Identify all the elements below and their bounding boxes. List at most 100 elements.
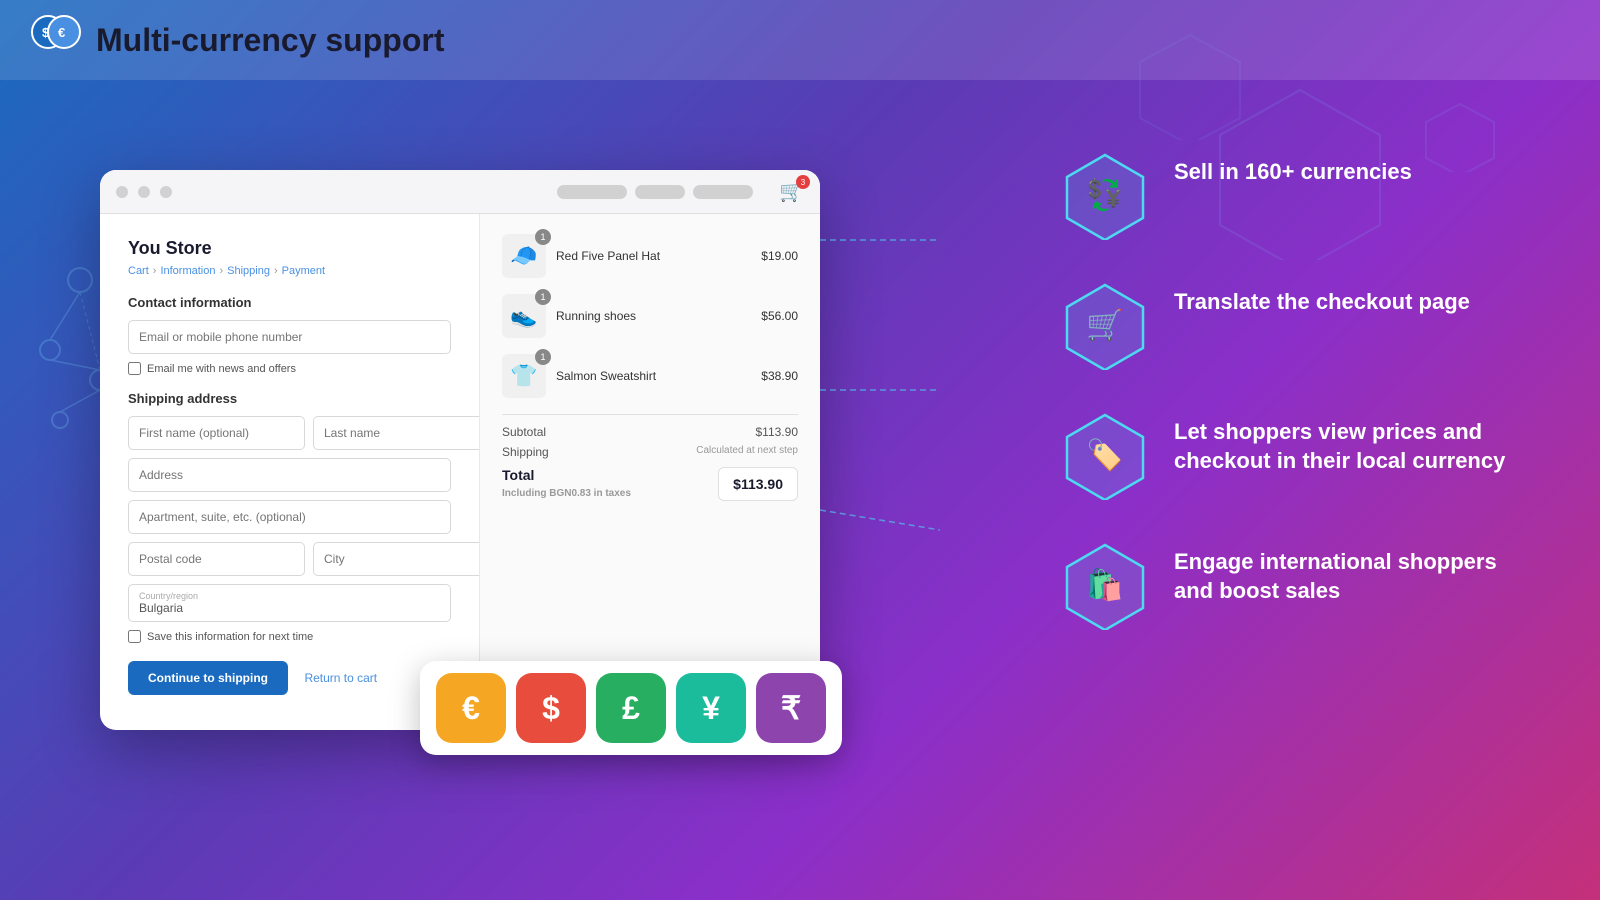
item-price-sweatshirt: $38.90: [761, 369, 798, 383]
item-img-hat: 🧢 1: [502, 234, 546, 278]
email-field[interactable]: [128, 320, 451, 354]
feature-item-translate: 🛒 Translate the checkout page: [1060, 280, 1540, 370]
form-actions: Continue to shipping Return to cart: [128, 661, 451, 695]
total-label: Total: [502, 467, 534, 483]
price-tag-icon: 🏷️: [1086, 438, 1123, 473]
order-divider: [502, 414, 798, 415]
window-nav-pills: [557, 185, 753, 199]
checkout-window: 🛒 3 You Store Cart › Information › Shipp…: [100, 170, 820, 730]
dollar-badge[interactable]: $: [516, 673, 586, 743]
window-topbar: 🛒 3: [100, 170, 820, 214]
nav-pill-1: [557, 185, 627, 199]
logo-icon: $ €: [30, 14, 82, 66]
feature-text-sell: Sell in 160+ currencies: [1174, 150, 1412, 187]
feature-text-engage: Engage international shoppers and boost …: [1174, 540, 1540, 605]
last-name-field[interactable]: [313, 416, 480, 450]
header-bar: $ € Multi-currency support: [0, 0, 1600, 80]
euro-badge[interactable]: €: [436, 673, 506, 743]
order-item-shoes: 👟 1 Running shoes $56.00: [502, 294, 798, 338]
country-field[interactable]: Country/region Bulgaria: [128, 584, 451, 622]
city-field[interactable]: [313, 542, 480, 576]
feature-item-local: 🏷️ Let shoppers view prices and checkout…: [1060, 410, 1540, 500]
return-cart-button[interactable]: Return to cart: [304, 671, 377, 685]
shipping-value: Calculated at next step: [696, 445, 798, 459]
name-row: [128, 416, 451, 450]
country-value: Bulgaria: [139, 601, 183, 615]
save-info-label: Save this information for next time: [147, 631, 313, 643]
shipping-label: Shipping: [502, 445, 549, 459]
continue-shipping-button[interactable]: Continue to shipping: [128, 661, 288, 695]
feature-hex-engage: 🛍️: [1060, 540, 1150, 630]
cart-badge: 3: [796, 175, 810, 189]
postal-field[interactable]: [128, 542, 305, 576]
svg-text:$: $: [42, 25, 50, 40]
address-field[interactable]: [128, 458, 451, 492]
window-content: You Store Cart › Information › Shipping …: [100, 214, 820, 730]
newsletter-checkbox[interactable]: [128, 362, 141, 375]
item-name-hat: Red Five Panel Hat: [556, 249, 751, 263]
apartment-field[interactable]: [128, 500, 451, 534]
total-value-box: $113.90: [718, 467, 798, 501]
subtotal-value: $113.90: [756, 425, 799, 439]
item-badge-hat: 1: [535, 229, 551, 245]
pound-badge[interactable]: £: [596, 673, 666, 743]
feature-title-sell: Sell in 160+ currencies: [1174, 158, 1412, 187]
window-dot-1: [116, 186, 128, 198]
order-summary: 🧢 1 Red Five Panel Hat $19.00 👟 1 Runnin…: [480, 214, 820, 730]
item-badge-sweatshirt: 1: [535, 349, 551, 365]
feature-item-engage: 🛍️ Engage international shoppers and boo…: [1060, 540, 1540, 630]
total-label-group: Total Including BGN0.83 in taxes: [502, 467, 631, 501]
newsletter-row: Email me with news and offers: [128, 362, 451, 375]
order-item-hat: 🧢 1 Red Five Panel Hat $19.00: [502, 234, 798, 278]
subtotal-label: Subtotal: [502, 425, 546, 439]
breadcrumb-payment[interactable]: Payment: [282, 265, 325, 277]
country-label: Country/region: [139, 591, 440, 601]
shopping-bag-icon: 🛍️: [1086, 568, 1123, 603]
feature-title-translate: Translate the checkout page: [1174, 288, 1470, 317]
save-info-row: Save this information for next time: [128, 630, 451, 643]
total-row: Total Including BGN0.83 in taxes $113.90: [502, 467, 798, 501]
feature-title-engage: Engage international shoppers and boost …: [1174, 548, 1540, 605]
item-price-shoes: $56.00: [761, 309, 798, 323]
breadcrumb-shipping[interactable]: Shipping: [227, 265, 270, 277]
item-name-shoes: Running shoes: [556, 309, 751, 323]
newsletter-label: Email me with news and offers: [147, 363, 296, 375]
window-dot-3: [160, 186, 172, 198]
feature-text-translate: Translate the checkout page: [1174, 280, 1470, 317]
contact-section-title: Contact information: [128, 295, 451, 310]
feature-hex-translate: 🛒: [1060, 280, 1150, 370]
header-logo: $ € Multi-currency support: [30, 14, 444, 66]
currency-coins-icon: 💱: [1086, 178, 1123, 213]
features-panel: 💱 Sell in 160+ currencies 🛒 Translate th…: [1060, 150, 1540, 670]
feature-item-sell: 💱 Sell in 160+ currencies: [1060, 150, 1540, 240]
store-name: You Store: [128, 238, 451, 259]
cart-translate-icon: 🛒: [1086, 308, 1123, 343]
postal-city-row: [128, 542, 451, 576]
shipping-row: Shipping Calculated at next step: [502, 445, 798, 459]
item-img-shoes: 👟 1: [502, 294, 546, 338]
window-dot-2: [138, 186, 150, 198]
item-badge-shoes: 1: [535, 289, 551, 305]
item-price-hat: $19.00: [761, 249, 798, 263]
shipping-section-title: Shipping address: [128, 391, 451, 406]
save-info-checkbox[interactable]: [128, 630, 141, 643]
nav-pill-3: [693, 185, 753, 199]
currency-row: € $ £ ¥ ₹: [420, 661, 842, 755]
checkout-form: You Store Cart › Information › Shipping …: [100, 214, 480, 730]
feature-title-local: Let shoppers view prices and checkout in…: [1174, 418, 1540, 475]
rupee-badge[interactable]: ₹: [756, 673, 826, 743]
item-img-sweatshirt: 👕 1: [502, 354, 546, 398]
breadcrumb-information[interactable]: Information: [160, 265, 215, 277]
total-note: Including BGN0.83 in taxes: [502, 488, 631, 499]
svg-text:€: €: [58, 25, 65, 40]
order-item-sweatshirt: 👕 1 Salmon Sweatshirt $38.90: [502, 354, 798, 398]
cart-icon[interactable]: 🛒 3: [779, 179, 804, 204]
page-title: Multi-currency support: [96, 22, 444, 59]
feature-text-local: Let shoppers view prices and checkout in…: [1174, 410, 1540, 475]
nav-pill-2: [635, 185, 685, 199]
subtotal-row: Subtotal $113.90: [502, 425, 798, 439]
yen-badge[interactable]: ¥: [676, 673, 746, 743]
breadcrumb-cart[interactable]: Cart: [128, 265, 149, 277]
feature-hex-sell: 💱: [1060, 150, 1150, 240]
first-name-field[interactable]: [128, 416, 305, 450]
